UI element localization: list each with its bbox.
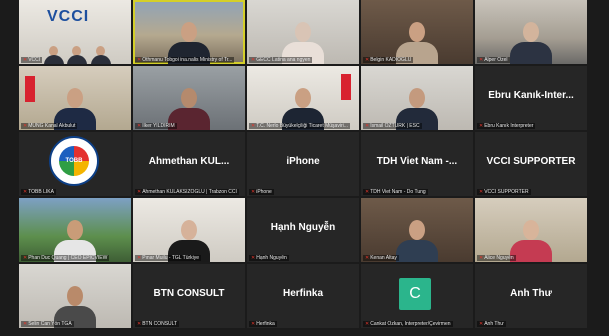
participant-name: ✕ Phan Duc Quang | CEO EPICVIEW	[21, 255, 110, 261]
flag	[341, 74, 351, 100]
participant-name: ✕ BTN CONSULT	[135, 321, 180, 327]
participant-tile[interactable]: BTN CONSULT ✕ BTN CONSULT	[133, 264, 245, 328]
avatar: C	[399, 278, 431, 310]
muted-mic-icon: ✕	[23, 255, 28, 261]
participant-display-name: Anh Thư	[510, 288, 552, 299]
muted-mic-icon: ✕	[251, 189, 256, 195]
participant-name: ✕ Cankat Özkan, Interpreter/Çevirmen	[363, 321, 453, 327]
participant-tile[interactable]: ✕ Phan Duc Quang | CEO EPICVIEW	[19, 198, 131, 262]
participant-name: ✕ İsmail ÖZTÜRK | ESC	[363, 123, 422, 129]
participant-name: ✕ MÜNG Kanal Akbulut	[21, 123, 78, 129]
muted-mic-icon: ✕	[23, 321, 28, 327]
gallery-grid: VCCI ✕ VCCI ✕ Othmanu Tobgoi ina.nalis Min…	[19, 0, 590, 336]
participant-name: ✕ Herfinka	[249, 321, 277, 327]
participant-tile[interactable]: ✕ Alper Özel	[475, 0, 587, 64]
muted-mic-icon: ✕	[479, 123, 484, 129]
participant-name: ✕ Selin Can Yön TGA	[21, 321, 74, 327]
participant-name: ✕ Kenan Altay	[363, 255, 399, 261]
participant-tile[interactable]: Herfinka ✕ Herfinka	[247, 264, 359, 328]
participant-tile[interactable]: TDH Viet Nam -... ✕ TDH Viet Nam - Do Tun…	[361, 132, 473, 196]
participant-name: ✕ Othmanu Tobgoi ina.nalis Ministry of Tr…	[135, 57, 235, 63]
participant-name: ✕ İlker YILDIRIM	[135, 123, 177, 129]
participant-tile[interactable]: ✕ GECC Latina ana ngyen	[247, 0, 359, 64]
participant-name: ✕ Hạnh Nguyễn	[249, 255, 289, 261]
participant-name: ✕ TDH Viet Nam - Do Tung	[363, 189, 428, 195]
muted-mic-icon: ✕	[365, 123, 370, 129]
participant-tile[interactable]: ✕ Alice Nguyễn	[475, 198, 587, 262]
participant-display-name: BTN CONSULT	[153, 288, 225, 299]
muted-mic-icon: ✕	[137, 255, 142, 261]
muted-mic-icon: ✕	[23, 57, 28, 63]
participant-tile-active-speaker[interactable]: ✕ Othmanu Tobgoi ina.nalis Ministry of Tr…	[133, 0, 245, 64]
participant-name: ✕ Belgin KADIOGLU	[363, 57, 414, 63]
participant-name: ✕ Ebru Kanık Interpreter	[477, 123, 536, 129]
participant-tile[interactable]: Ahmethan KUL... ✕ Ahmethan KULAKSIZOĞLU |…	[133, 132, 245, 196]
participant-tile[interactable]: ✕ İsmail ÖZTÜRK | ESC	[361, 66, 473, 130]
participant-tile[interactable]: ✕ İlker YILDIRIM	[133, 66, 245, 130]
participant-name: ✕ GECC Latina ana ngyen	[249, 57, 313, 63]
participant-display-name: Hạnh Nguyễn	[270, 222, 336, 233]
participant-display-name: iPhone	[286, 156, 320, 167]
participant-display-name: Herfinka	[282, 288, 323, 299]
participant-display-name: VCCI SUPPORTER	[486, 156, 576, 167]
participant-display-name: Ahmethan KUL...	[148, 156, 230, 167]
muted-mic-icon: ✕	[251, 123, 256, 129]
participant-tile[interactable]: ✕ Kenan Altay	[361, 198, 473, 262]
muted-mic-icon: ✕	[479, 321, 484, 327]
muted-mic-icon: ✕	[479, 189, 484, 195]
participant-name: ✕ Ahmethan KULAKSIZOĞLU | Trabzon CCI	[135, 189, 239, 195]
muted-mic-icon: ✕	[137, 189, 142, 195]
participant-name: ✕ Alice Nguyễn	[477, 255, 516, 261]
participant-tile[interactable]: TOBB ✕ TOBB LİKA	[19, 132, 131, 196]
participant-name: ✕ TOBB LİKA	[21, 189, 56, 195]
participant-tile[interactable]: iPhone ✕ iPhone	[247, 132, 359, 196]
participant-tile[interactable]: ✕ Belgin KADIOGLU	[361, 0, 473, 64]
muted-mic-icon: ✕	[137, 57, 142, 63]
muted-mic-icon: ✕	[479, 255, 484, 261]
participant-tile[interactable]: Hạnh Nguyễn ✕ Hạnh Nguyễn	[247, 198, 359, 262]
muted-mic-icon: ✕	[251, 321, 256, 327]
participant-display-name: Ebru Kanık-Inter...	[488, 90, 574, 101]
muted-mic-icon: ✕	[23, 123, 28, 129]
participant-name: ✕ VCCI SUPPORTER	[477, 189, 531, 195]
muted-mic-icon: ✕	[137, 123, 142, 129]
participant-tile[interactable]: ✕ MÜNG Kanal Akbulut	[19, 66, 131, 130]
muted-mic-icon: ✕	[251, 57, 256, 63]
muted-mic-icon: ✕	[365, 57, 370, 63]
muted-mic-icon: ✕	[365, 255, 370, 261]
participant-name: ✕ T.C. Nerlo Büyükelçiliği Ticaret Müşavi…	[249, 123, 350, 129]
participant-tile-vcci[interactable]: VCCI ✕ VCCI	[19, 0, 131, 64]
participant-tile[interactable]: ✕ Pınar Muilu - TGL Türkiye	[133, 198, 245, 262]
participant-tile[interactable]: C ✕ Cankat Özkan, Interpreter/Çevirmen	[361, 264, 473, 328]
muted-mic-icon: ✕	[365, 189, 370, 195]
participant-name: ✕ VCCI	[21, 57, 43, 63]
participant-tile[interactable]: ✕ T.C. Nerlo Büyükelçiliği Ticaret Müşavi…	[247, 66, 359, 130]
participant-tile[interactable]: ✕ Selin Can Yön TGA	[19, 264, 131, 328]
muted-mic-icon: ✕	[23, 189, 28, 195]
muted-mic-icon: ✕	[479, 57, 484, 63]
tobb-logo: TOBB	[49, 136, 99, 186]
participant-tile[interactable]: Ebru Kanık-Inter... ✕ Ebru Kanık Interpre…	[475, 66, 587, 130]
participant-name: ✕ Pınar Muilu - TGL Türkiye	[135, 255, 202, 261]
muted-mic-icon: ✕	[365, 321, 370, 327]
participant-name: ✕ Anh Thư	[477, 321, 506, 327]
participant-name: ✕ Alper Özel	[477, 57, 510, 63]
participant-tile[interactable]: Anh Thư ✕ Anh Thư	[475, 264, 587, 328]
participant-display-name: TDH Viet Nam -...	[376, 156, 458, 167]
muted-mic-icon: ✕	[251, 255, 256, 261]
muted-mic-icon: ✕	[137, 321, 142, 327]
participant-name: ✕ iPhone	[249, 189, 274, 195]
participant-tile[interactable]: VCCI SUPPORTER ✕ VCCI SUPPORTER	[475, 132, 587, 196]
flag	[25, 76, 35, 102]
